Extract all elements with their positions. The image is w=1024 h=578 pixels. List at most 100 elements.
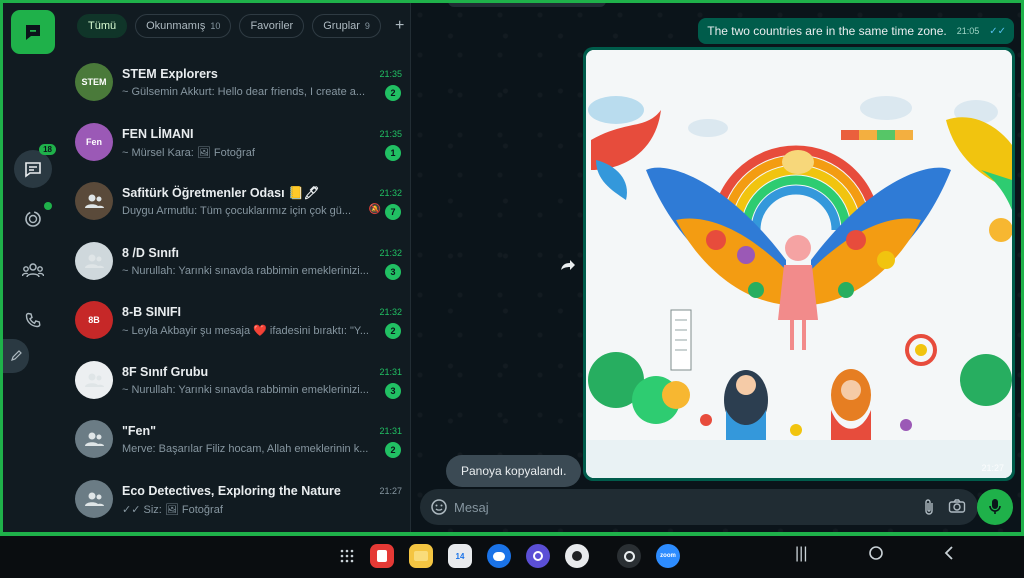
filter-count: 10 <box>210 21 221 31</box>
status-nav-button[interactable] <box>14 200 52 238</box>
filter-chip-unread[interactable]: Okunmamış 10 <box>135 14 232 38</box>
browser-app-icon[interactable] <box>526 544 550 568</box>
chat-preview: ✓✓ Siz: 🖼 Fotoğraf <box>122 503 223 516</box>
chat-list: STEM STEM Explorers 21:35 ~ Gülsemin Akkurt… <box>65 53 410 529</box>
notes-app-icon[interactable] <box>370 544 394 568</box>
zoom-app-icon[interactable]: zoom <box>656 544 680 568</box>
chat-avatar[interactable] <box>75 479 113 518</box>
chat-name: "Fen" <box>122 424 157 438</box>
chat-time: 21:31 <box>379 426 402 436</box>
chat-row[interactable]: Safitürk Öğretmenler Odası 📒🖊 21:32 Duygu … <box>65 172 410 232</box>
avatar-text: 8B <box>88 315 100 325</box>
chat-time: 21:32 <box>379 188 402 198</box>
copied-toast: Panoya kopyalandı. <box>446 455 582 487</box>
chat-row[interactable]: Fen FEN LİMANI 21:35 ~ Mürsel Kara: 🖼 Fotoğ… <box>65 113 410 173</box>
chat-row[interactable]: 8 /D Sınıfı 21:32 ~ Nurullah: Yarınki sına… <box>65 232 410 292</box>
message-text: The two countries are in the same time z… <box>707 24 947 38</box>
chats-unread-badge: 18 <box>39 144 56 155</box>
group-avatar-icon <box>85 432 104 446</box>
chat-time: 21:27 <box>379 485 402 496</box>
app-window: 18 Tümü Okunmamış 10 Favoriler Gruplar 9 +… <box>0 0 1024 536</box>
chat-row[interactable]: 8B 8-B SINIFI 21:32 ~ Leyla Akbayir şu mesa… <box>65 291 410 351</box>
attach-icon[interactable] <box>922 498 936 521</box>
message-input[interactable] <box>454 497 874 517</box>
chat-name: 8 /D Sınıfı <box>122 245 179 260</box>
camera-icon[interactable] <box>948 498 966 519</box>
edit-handle[interactable] <box>3 339 29 373</box>
chat-time: 21:32 <box>379 307 402 317</box>
filter-chip-favorites[interactable]: Favoriler <box>239 14 305 38</box>
illustration-rainbow-fairy <box>586 50 1012 478</box>
chat-name: 8-B SINIFI <box>122 305 182 319</box>
chat-preview: ~ Nurullah: Yarınki sınavda rabbimin eme… <box>122 383 369 396</box>
chat-avatar[interactable] <box>75 182 113 220</box>
chat-avatar[interactable] <box>75 420 113 458</box>
unread-badge: 1 <box>385 144 401 161</box>
muted-icon: 🔕 <box>368 204 381 215</box>
message-composer <box>420 489 978 525</box>
emoji-sticker-icon[interactable] <box>430 498 448 521</box>
chat-name: FEN LİMANI <box>122 126 194 141</box>
home-nav-icon[interactable] <box>868 545 884 566</box>
chat-preview: ~ Nurullah: Yarınki sınavda rabbimin eme… <box>122 264 369 277</box>
unread-badge: 2 <box>385 323 401 339</box>
filter-count: 9 <box>364 21 370 31</box>
calendar-day: 14 <box>455 551 465 561</box>
unread-badge: 2 <box>385 442 401 458</box>
message-time: 21:05 <box>956 26 980 36</box>
conversation-pane: ... The two countries are in the same ti… <box>412 3 1021 532</box>
app-logo[interactable] <box>11 10 55 54</box>
chat-name: Safitürk Öğretmenler Odası 📒🖊 <box>122 186 320 200</box>
shared-image[interactable]: 21:27 <box>586 50 1012 478</box>
back-nav-icon[interactable] <box>943 545 955 566</box>
chat-name: Eco Detectives, Exploring the Nature <box>122 483 341 498</box>
filter-label: Tümü <box>88 20 117 32</box>
chat-time: 21:35 <box>379 69 402 79</box>
filter-chip-groups[interactable]: Gruplar 9 <box>312 14 381 38</box>
microphone-icon <box>989 499 1001 514</box>
chat-time: 21:31 <box>379 366 402 377</box>
group-avatar-icon <box>85 254 104 268</box>
recents-nav-icon[interactable]: ||| <box>795 545 807 563</box>
camera-app-icon[interactable] <box>565 544 589 568</box>
outgoing-message[interactable]: The two countries are in the same time z… <box>698 18 1014 44</box>
communities-nav-button[interactable] <box>14 251 52 289</box>
image-message[interactable]: 21:27 <box>583 47 1015 481</box>
calendar-app-icon[interactable]: 14 <box>448 544 472 568</box>
add-filter-icon[interactable]: + <box>395 17 404 35</box>
chat-row[interactable]: Eco Detectives, Exploring the Nature 21:2… <box>65 470 410 530</box>
unread-badge: 7 <box>385 204 401 220</box>
chat-name: 8F Sınıf Grubu <box>122 364 209 379</box>
filter-label: Gruplar <box>323 20 360 32</box>
chat-avatar[interactable]: Fen <box>75 122 113 161</box>
calls-nav-button[interactable] <box>14 301 52 339</box>
chats-nav-button[interactable]: 18 <box>14 144 56 188</box>
previous-message-bubble: ... <box>448 3 606 7</box>
voice-message-button[interactable] <box>977 489 1013 525</box>
chat-row[interactable]: STEM STEM Explorers 21:35 ~ Gülsemin Akkurt… <box>65 53 410 113</box>
pencil-icon <box>11 350 22 361</box>
chat-time: 21:32 <box>379 247 402 258</box>
forward-button[interactable] <box>558 255 578 275</box>
chat-row[interactable]: "Fen" 21:31 Merve: Başarılar Filiz hocam, … <box>65 410 410 470</box>
chat-avatar[interactable] <box>75 360 113 399</box>
image-time: 21:27 <box>981 463 1004 473</box>
avatar-text: Fen <box>85 136 102 147</box>
chat-name: STEM Explorers <box>122 67 218 81</box>
group-avatar-icon <box>85 492 104 506</box>
chat-avatar[interactable]: 8B <box>75 301 113 339</box>
filter-chips: Tümü Okunmamış 10 Favoriler Gruplar 9 + <box>77 14 404 38</box>
chat-avatar[interactable]: STEM <box>75 63 113 101</box>
files-app-icon[interactable] <box>409 544 433 568</box>
apps-grid-icon[interactable] <box>335 544 359 568</box>
messages-app-icon[interactable] <box>487 544 511 568</box>
filter-chip-all[interactable]: Tümü <box>77 14 128 38</box>
chat-preview: Duygu Armutlu: Tüm çocuklarımız için çok… <box>122 205 352 217</box>
filter-label: Favoriler <box>250 20 294 32</box>
forward-icon <box>561 260 575 270</box>
chat-row[interactable]: 8F Sınıf Grubu 21:31 ~ Nurullah: Yarınki s… <box>65 351 410 411</box>
chat-avatar[interactable] <box>75 241 113 280</box>
chat-preview: ~ Gülsemin Akkurt: Hello dear friends, I… <box>122 86 366 98</box>
assistant-app-icon[interactable] <box>617 544 641 568</box>
group-avatar-icon <box>85 373 104 387</box>
